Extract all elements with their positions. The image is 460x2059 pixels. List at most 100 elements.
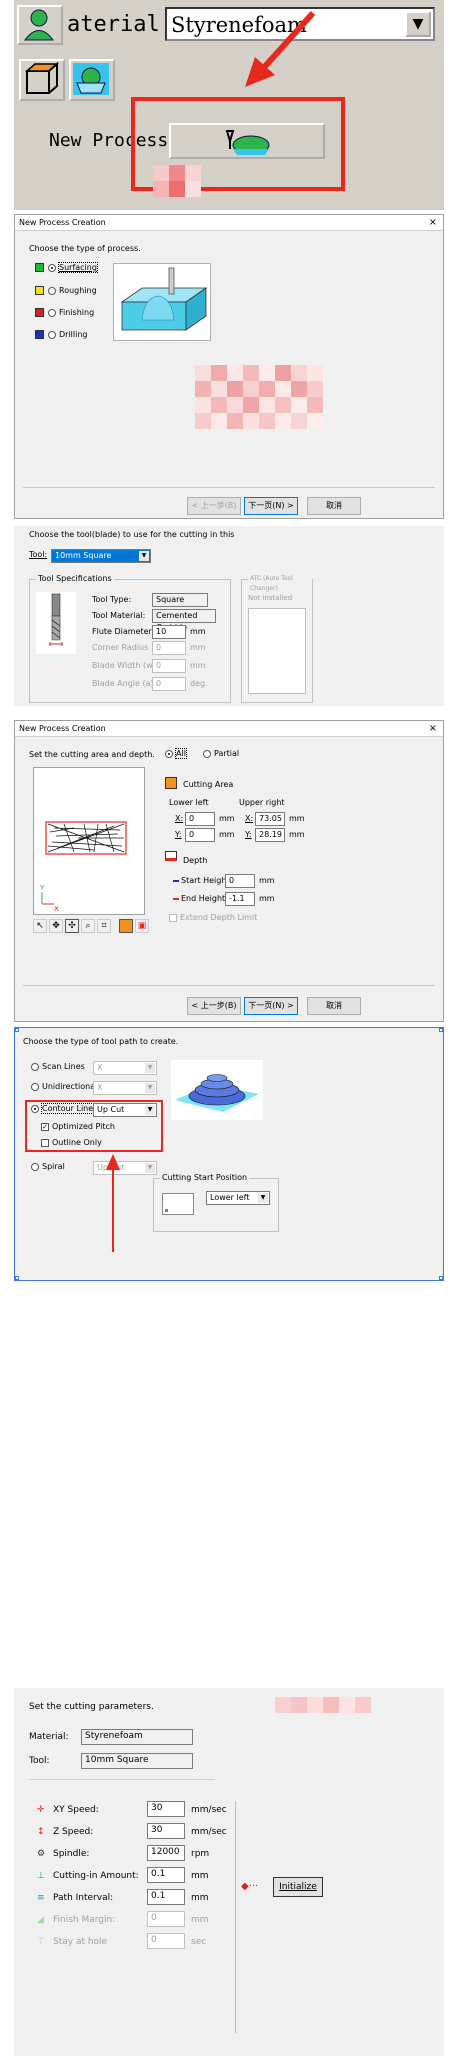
person-icon [24, 9, 54, 41]
surfacing-icon [35, 263, 44, 272]
finishing-label: Finishing [59, 308, 95, 317]
all-radio[interactable] [165, 749, 173, 758]
initialize-button[interactable]: Initialize [273, 1877, 323, 1897]
material-label: aterial [67, 12, 160, 37]
cutting-in-field[interactable]: 0.1 [147, 1867, 185, 1883]
cancel-button[interactable]: 取消 [307, 997, 361, 1015]
partial-radio[interactable] [203, 749, 211, 758]
blade-width-label: Blade Width (w) [92, 661, 156, 670]
roughing-icon [35, 286, 44, 295]
lower-left-label: Lower left [169, 798, 209, 807]
xy-speed-unit: mm/sec [191, 1805, 227, 1815]
resize-handle[interactable] [439, 1276, 443, 1280]
unidirectional-radio[interactable] [31, 1082, 39, 1091]
start-position-select[interactable]: Lower left ▼ [206, 1191, 270, 1205]
redacted-mosaic [275, 1697, 371, 1721]
tool-specifications-group: Tool Specifications Tool Type: Square To… [29, 574, 231, 703]
cutting-area-dialog: New Process Creation × Set the cutting a… [14, 720, 444, 1022]
user-icon-button[interactable] [17, 5, 63, 45]
path-interval-label: Path Interval: [53, 1893, 114, 1903]
lower-left-y-field[interactable]: 0 [185, 828, 215, 842]
resize-handle[interactable] [15, 1276, 19, 1280]
cutting-area-label: Cutting Area [183, 780, 234, 789]
ll-x-unit: mm [219, 814, 235, 823]
ur-y-label: Y: [245, 830, 252, 839]
resize-handle[interactable] [439, 1028, 443, 1032]
annotation-arrow [106, 1154, 120, 1252]
scan-lines-option[interactable]: Scan Lines [31, 1062, 85, 1071]
roughing-radio[interactable] [48, 286, 56, 295]
xy-speed-label: XY Speed: [53, 1805, 99, 1815]
close-icon[interactable]: × [429, 215, 437, 231]
drilling-icon [35, 330, 44, 339]
tool-type-field: Square [152, 593, 208, 607]
area-select-icon[interactable] [119, 919, 133, 933]
process-type-prompt: Choose the type of process. [29, 244, 141, 253]
cancel-button[interactable]: 取消 [307, 497, 361, 515]
wireframe-box-button[interactable] [19, 59, 65, 101]
dialog-title: New Process Creation [15, 215, 443, 231]
back-button[interactable]: < 上一步(B) [187, 997, 241, 1015]
spiral-radio[interactable] [31, 1162, 39, 1171]
tool-label: Tool: [29, 1756, 50, 1766]
process-option-drilling[interactable]: Drilling [35, 330, 88, 339]
scan-lines-radio[interactable] [31, 1062, 39, 1071]
area-partial-option[interactable]: Partial [203, 749, 239, 758]
xy-speed-field[interactable]: 30 [147, 1801, 185, 1817]
spiral-option[interactable]: Spiral [31, 1162, 65, 1171]
upper-right-x-field[interactable]: 73.05 [255, 812, 285, 826]
zoom-icon[interactable]: ⌕ [81, 919, 95, 933]
next-button[interactable]: 下一页(N) > [244, 497, 298, 515]
surfacing-radio[interactable] [48, 263, 56, 272]
path-interval-field[interactable]: 0.1 [147, 1889, 185, 1905]
process-option-roughing[interactable]: Roughing [35, 286, 97, 295]
unidirectional-option[interactable]: Unidirectional [31, 1082, 97, 1091]
tool-select[interactable]: 10mm Square ▼ [51, 549, 151, 563]
pan-icon[interactable]: ✥ [49, 919, 63, 933]
cutting-in-unit: mm [191, 1871, 209, 1881]
z-speed-field[interactable]: 30 [147, 1823, 185, 1839]
flute-diameter-field[interactable]: 10 [152, 625, 186, 639]
blade-angle-field: 0 [152, 677, 186, 691]
lower-left-x-field[interactable]: 0 [185, 812, 215, 826]
spindle-field[interactable]: 12000 [147, 1845, 185, 1861]
button-separator [23, 487, 435, 488]
chevron-down-icon: ▼ [139, 551, 149, 561]
finish-margin-icon: ◢ [37, 1915, 44, 1925]
pointer-icon[interactable]: ↖ [33, 919, 47, 933]
tool-path-prompt: Choose the type of tool path to create. [23, 1037, 179, 1046]
process-option-surfacing[interactable]: Surfacing [35, 262, 98, 273]
fit-icon[interactable]: ⌗ [97, 919, 111, 933]
material-toolbar-panel: aterial Styrenefoam ▼ New Process [14, 0, 444, 210]
y-axis-label: Y [39, 884, 45, 892]
area-edit-icon[interactable]: ▣ [135, 919, 149, 933]
contour-highlight-box [25, 1100, 163, 1152]
start-position-value: Lower left [210, 1193, 250, 1202]
corner-radius-field: 0 [152, 641, 186, 655]
move-icon[interactable]: ✣ [65, 919, 79, 933]
path-interval-unit: mm [191, 1893, 209, 1903]
resize-handle[interactable] [15, 1028, 19, 1032]
view-toolbar: ↖ ✥ ✣ ⌕ ⌗ ▣ [33, 919, 163, 935]
drilling-radio[interactable] [48, 330, 56, 339]
start-height-field[interactable]: 0 [225, 874, 255, 888]
spiral-label: Spiral [42, 1162, 65, 1171]
stay-at-hole-icon: ⊤ [37, 1937, 45, 1947]
drilling-label: Drilling [59, 330, 88, 339]
area-all-option[interactable]: All [165, 748, 187, 759]
process-option-finishing[interactable]: Finishing [35, 308, 94, 317]
upper-right-y-field[interactable]: 28.19 [255, 828, 285, 842]
model-view-button[interactable] [69, 59, 115, 101]
xy-speed-icon: ✛ [37, 1805, 45, 1815]
finishing-radio[interactable] [48, 308, 56, 317]
start-height-marker [173, 880, 179, 882]
blade-width-field: 0 [152, 659, 186, 673]
corner-radius-unit: mm [190, 643, 206, 652]
button-separator [23, 985, 435, 986]
end-height-field[interactable]: -1.1 [225, 892, 255, 906]
back-button[interactable]: < 上一步(B) [187, 497, 241, 515]
corner-radius-label: Corner Radius [92, 643, 149, 652]
tool-material-label: Tool Material: [92, 611, 146, 620]
next-button[interactable]: 下一页(N) > [244, 997, 298, 1015]
close-icon[interactable]: × [429, 721, 437, 737]
